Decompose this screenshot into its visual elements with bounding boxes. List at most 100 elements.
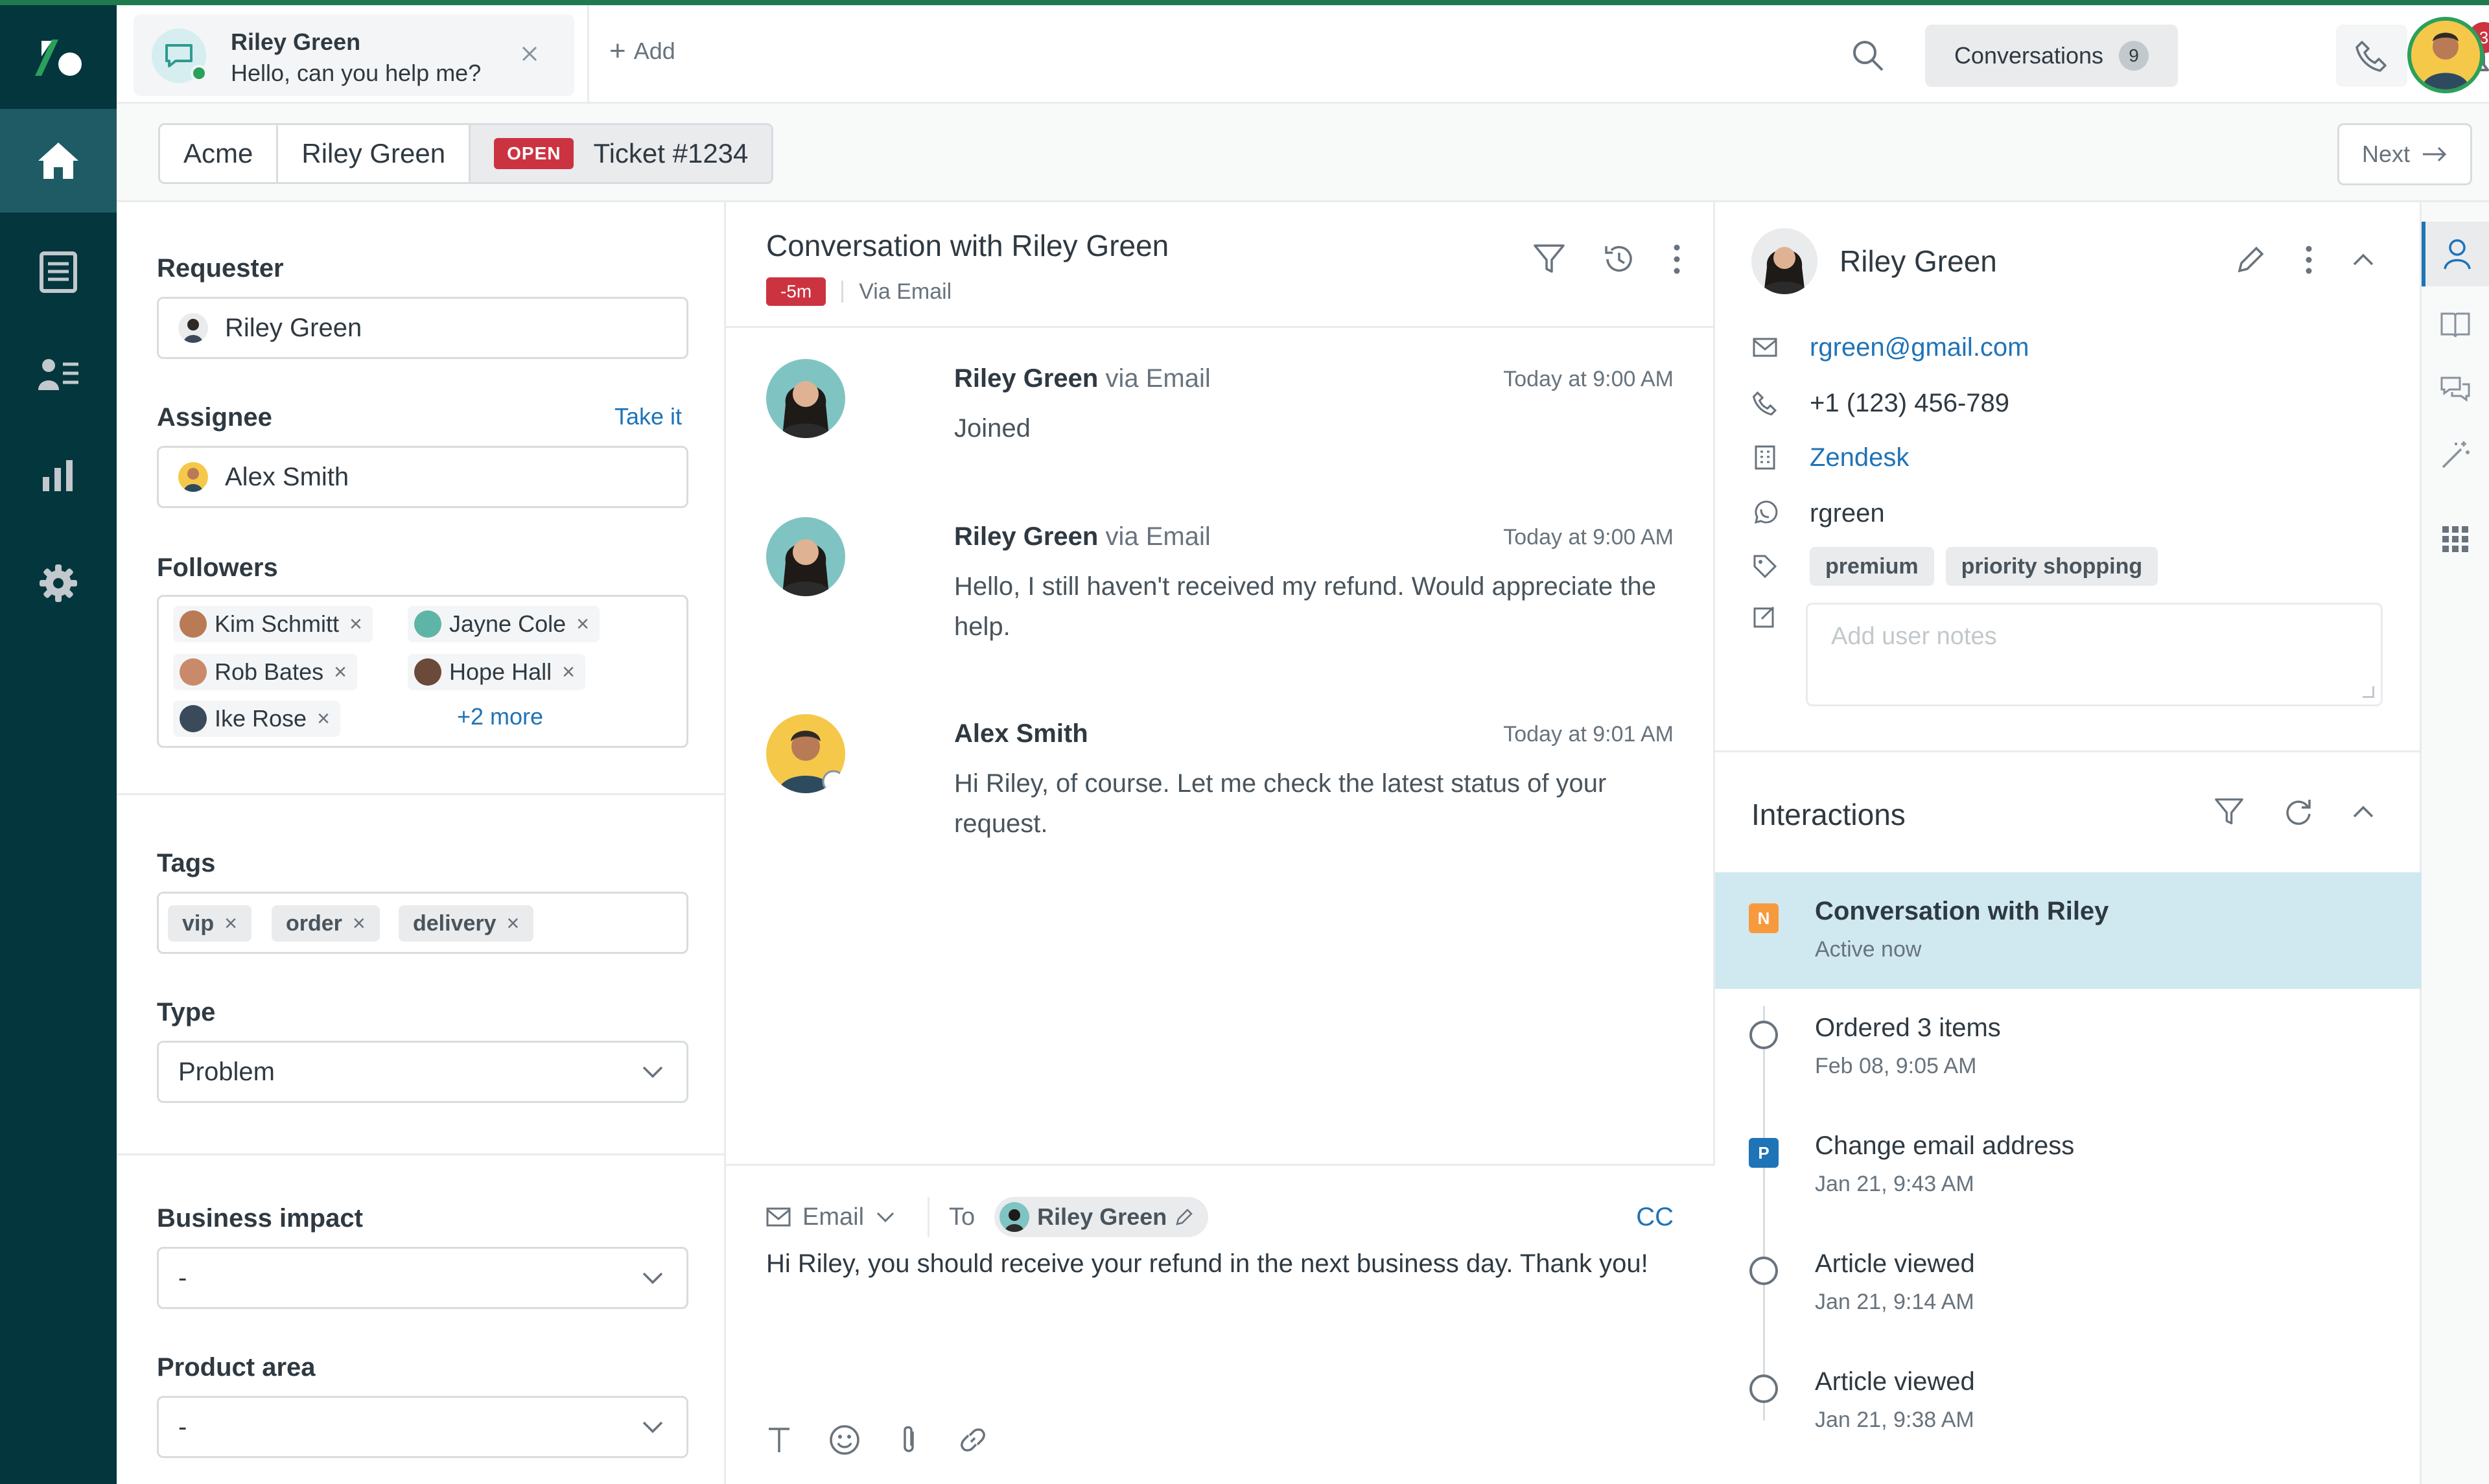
customer-tag[interactable]: premium	[1810, 547, 1934, 586]
next-button[interactable]: Next	[2337, 123, 2472, 185]
filter-interactions-button[interactable]	[2214, 797, 2245, 830]
more-options-button[interactable]	[1672, 244, 1681, 278]
interaction-item[interactable]: Ordered 3 items Feb 08, 9:05 AM	[1715, 989, 2422, 1106]
rail-customer-context[interactable]	[2422, 222, 2489, 286]
requester-field[interactable]: Riley Green	[157, 297, 688, 359]
interaction-item[interactable]: N Conversation with Riley Active now	[1715, 872, 2422, 989]
more-followers-link[interactable]: +2 more	[457, 703, 543, 730]
edit-customer-button[interactable]	[2236, 245, 2265, 278]
rail-conversations[interactable]	[2422, 358, 2489, 423]
rail-knowledge[interactable]	[2422, 293, 2489, 358]
message-time: Today at 9:00 AM	[1503, 525, 1674, 550]
customer-more-button[interactable]	[2304, 245, 2313, 278]
message-body: Hi Riley, of course. Let me check the la…	[954, 769, 1607, 838]
refresh-interactions-button[interactable]	[2284, 797, 2313, 830]
emoji-button[interactable]	[828, 1424, 861, 1459]
customer-context-panel: Riley Green rgreen@gmail.com +1 (123) 45…	[1715, 202, 2422, 1484]
conversation-tab[interactable]: Riley Green Hello, can you help me?	[134, 14, 574, 96]
breadcrumb-requester[interactable]: Riley Green	[278, 125, 471, 182]
breadcrumb-org[interactable]: Acme	[160, 125, 279, 182]
remove-icon[interactable]: ×	[334, 660, 347, 685]
follower-chip[interactable]: Hope Hall ×	[408, 654, 585, 690]
filter-icon	[2215, 798, 2243, 825]
resize-handle[interactable]	[2363, 686, 2374, 698]
assignee-field[interactable]: Alex Smith	[157, 446, 688, 508]
history-button[interactable]	[1602, 242, 1636, 279]
nav-views[interactable]	[0, 220, 117, 324]
zendesk-logo[interactable]	[0, 5, 117, 109]
remove-icon[interactable]: ×	[507, 911, 520, 936]
tags-field[interactable]: vip × order × delivery ×	[157, 892, 688, 954]
rail-apps[interactable]	[2422, 507, 2489, 572]
collapse-interactions-button[interactable]	[2352, 806, 2374, 822]
interaction-badge: P	[1749, 1138, 1779, 1168]
message-body: Joined	[954, 414, 1031, 443]
remove-icon[interactable]: ×	[576, 612, 589, 637]
close-tab-button[interactable]	[516, 40, 543, 67]
rail-macros[interactable]	[2422, 423, 2489, 487]
chevron-down-icon	[638, 1264, 667, 1292]
follower-chip[interactable]: Ike Rose ×	[173, 701, 340, 737]
message-time: Today at 9:00 AM	[1503, 367, 1674, 391]
requester-label: Requester	[157, 254, 284, 283]
collapse-customer-button[interactable]	[2352, 253, 2374, 270]
customer-org[interactable]: Zendesk	[1810, 443, 1909, 472]
take-it-link[interactable]: Take it	[614, 403, 682, 430]
nav-reporting[interactable]	[0, 423, 117, 526]
recipient-chip[interactable]: Riley Green	[994, 1197, 1209, 1237]
product-area-select[interactable]: -	[157, 1396, 688, 1458]
interaction-item[interactable]: P Change email address Jan 21, 9:43 AM	[1715, 1107, 2422, 1223]
business-impact-value: -	[178, 1263, 187, 1292]
tag-icon	[1751, 553, 1779, 579]
remove-icon[interactable]: ×	[317, 706, 330, 732]
remove-icon[interactable]: ×	[353, 911, 366, 936]
interaction-node	[1749, 1374, 1779, 1404]
add-tab-button[interactable]: + Add	[609, 37, 675, 65]
type-select[interactable]: Problem	[157, 1041, 688, 1103]
interaction-subtitle: Jan 21, 9:14 AM	[1815, 1290, 1974, 1314]
tag-chip[interactable]: order ×	[272, 905, 380, 942]
nav-home[interactable]	[0, 109, 117, 213]
search-button[interactable]	[1851, 39, 1885, 76]
attach-button[interactable]	[897, 1424, 920, 1459]
user-avatar[interactable]	[2407, 17, 2484, 93]
more-vertical-icon	[2306, 246, 2312, 274]
nav-customers[interactable]	[0, 323, 117, 426]
filter-button[interactable]	[1532, 243, 1566, 279]
tag-label: delivery	[413, 910, 497, 936]
follower-chip[interactable]: Rob Bates ×	[173, 654, 357, 690]
followers-field[interactable]: Kim Schmitt × Jayne Cole × Rob Bates × H…	[157, 595, 688, 748]
interaction-item[interactable]: Article viewed Jan 21, 9:38 AM	[1715, 1343, 2422, 1459]
conversations-count: 9	[2119, 41, 2149, 71]
cc-button[interactable]: CC	[1636, 1203, 1674, 1232]
refresh-icon	[2286, 800, 2311, 825]
customer-tag[interactable]: priority shopping	[1945, 547, 2158, 586]
interaction-item[interactable]: Article viewed Jan 21, 9:14 AM	[1715, 1225, 2422, 1341]
top-bar: Riley Green Hello, can you help me? + Ad…	[117, 5, 2489, 104]
link-button[interactable]	[957, 1424, 989, 1459]
user-notes-input[interactable]: Add user notes	[1806, 603, 2383, 706]
interaction-subtitle: Jan 21, 9:38 AM	[1815, 1408, 1974, 1432]
channel-select[interactable]: Email	[766, 1203, 895, 1231]
interaction-title: Article viewed	[1815, 1367, 1975, 1396]
conversations-button[interactable]: Conversations 9	[1925, 25, 2178, 87]
message-author: Riley Green via Email	[954, 522, 1211, 551]
customer-email[interactable]: rgreen@gmail.com	[1810, 333, 2029, 362]
remove-icon[interactable]: ×	[562, 660, 575, 685]
ticket-badge: P	[1749, 1138, 1779, 1168]
remove-icon[interactable]: ×	[224, 911, 237, 936]
phone-button[interactable]	[2336, 25, 2407, 87]
tag-chip[interactable]: delivery ×	[399, 905, 534, 942]
business-impact-select[interactable]: -	[157, 1247, 688, 1309]
interaction-title: Article viewed	[1815, 1249, 1975, 1278]
format-text-button[interactable]	[766, 1425, 792, 1458]
reply-textarea[interactable]: Hi Riley, you should receive your refund…	[766, 1244, 1674, 1284]
follower-chip[interactable]: Jayne Cole ×	[408, 606, 600, 642]
breadcrumb-ticket[interactable]: OPEN Ticket #1234	[471, 125, 772, 182]
follower-chip[interactable]: Kim Schmitt ×	[173, 606, 373, 642]
remove-icon[interactable]: ×	[349, 612, 362, 637]
tag-chip[interactable]: vip ×	[168, 905, 251, 942]
recipient-avatar	[999, 1202, 1030, 1232]
riley-avatar	[766, 359, 845, 438]
nav-admin[interactable]	[0, 531, 117, 635]
